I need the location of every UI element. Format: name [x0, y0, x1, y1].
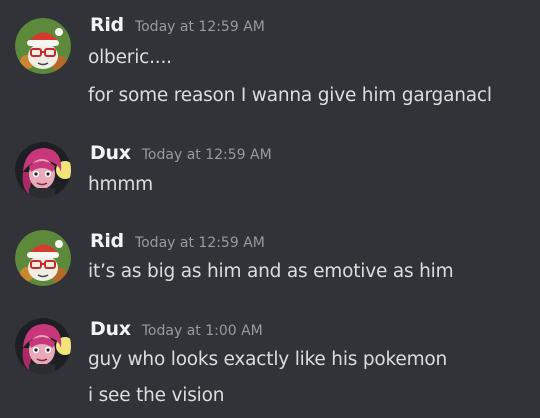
message-list: Rid Today at 12:59 AM olberic.... for so…	[0, 0, 540, 418]
pink-hair-character-avatar-icon	[15, 142, 71, 198]
message-header: Dux Today at 12:59 AM	[90, 142, 272, 164]
message-text: olberic....	[88, 47, 172, 68]
username[interactable]: Rid	[90, 230, 124, 252]
message-text: hmmm	[88, 174, 153, 195]
avatar[interactable]	[15, 142, 71, 198]
message-header: Dux Today at 1:00 AM	[90, 318, 263, 340]
santa-hat-glasses-avatar-icon	[15, 230, 71, 286]
avatar[interactable]	[15, 230, 71, 286]
avatar[interactable]	[15, 318, 71, 374]
message-header: Rid Today at 12:59 AM	[90, 230, 265, 252]
timestamp: Today at 1:00 AM	[141, 323, 263, 339]
avatar[interactable]	[15, 18, 71, 74]
timestamp: Today at 12:59 AM	[134, 235, 265, 251]
timestamp: Today at 12:59 AM	[141, 147, 272, 163]
message-header: Rid Today at 12:59 AM	[90, 14, 265, 36]
message-text: guy who looks exactly like his pokemon	[88, 349, 448, 370]
username[interactable]: Dux	[90, 142, 131, 164]
username[interactable]: Rid	[90, 14, 124, 36]
message-text: for some reason I wanna give him gargana…	[88, 85, 492, 106]
username[interactable]: Dux	[90, 318, 131, 340]
santa-hat-glasses-avatar-icon	[15, 18, 71, 74]
message-text: it’s as big as him and as emotive as him	[88, 261, 454, 282]
pink-hair-character-avatar-icon	[15, 318, 71, 374]
timestamp: Today at 12:59 AM	[134, 19, 265, 35]
message-text: i see the vision	[88, 385, 225, 406]
